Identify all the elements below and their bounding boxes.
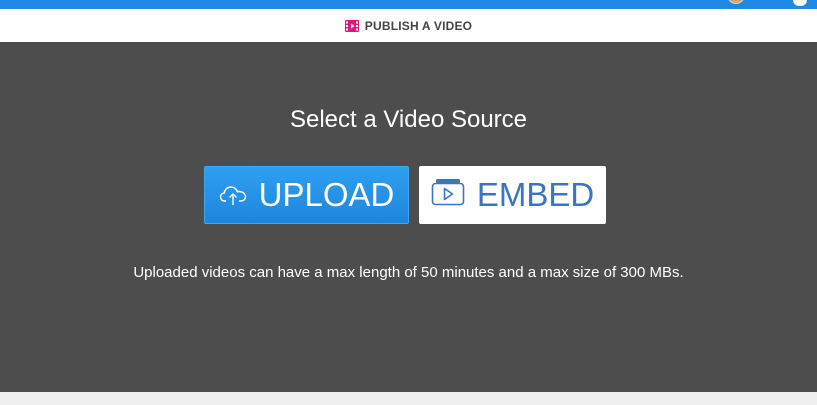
page-title: Select a Video Source [289,106,528,133]
sub-header: PUBLISH A VIDEO [0,9,817,42]
publish-video-tab[interactable]: PUBLISH A VIDEO [344,18,473,33]
cloud-upload-icon [219,176,247,214]
upload-button[interactable]: UPLOAD [204,166,409,224]
publish-video-label: PUBLISH A VIDEO [364,18,473,33]
embed-video-icon [431,176,465,214]
menu-control[interactable] [793,0,807,6]
film-icon [344,19,359,32]
top-bar [0,0,817,9]
upload-label: UPLOAD [258,176,395,213]
embed-label: EMBED [476,176,595,213]
upload-limits-note: Uploaded videos can have a max length of… [133,264,684,281]
user-avatar[interactable] [727,0,745,4]
video-source-panel: Select a Video Source UPLOAD EMBED Uploa… [0,42,817,392]
embed-button[interactable]: EMBED [419,166,606,224]
